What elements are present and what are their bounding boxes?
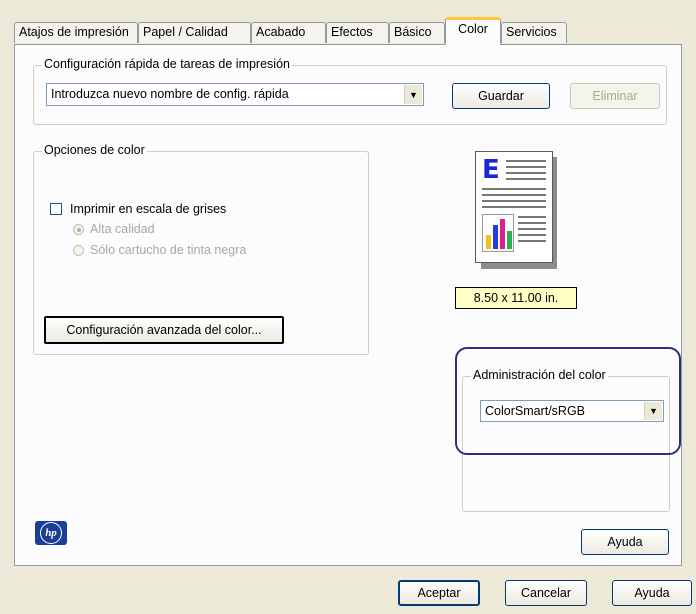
chevron-down-icon[interactable]: ▼ [404,85,422,104]
page-size-label: 8.50 x 11.00 in. [455,287,577,309]
text-line [482,194,546,196]
high-quality-label: Alta calidad [90,222,155,236]
tab-basic[interactable]: Básico [389,22,445,43]
hp-logo: hp [35,521,67,545]
tab-color[interactable]: Color [445,17,501,45]
tab-print-shortcuts[interactable]: Atajos de impresión [14,22,138,43]
radio-dot [77,228,81,232]
save-button[interactable]: Guardar [452,83,550,109]
text-line [518,222,546,224]
text-line [506,166,546,168]
ok-button[interactable]: Aceptar [398,580,480,606]
help-button-inner[interactable]: Ayuda [581,529,669,555]
tab-paper-quality[interactable]: Papel / Calidad [138,22,251,43]
chart-bar [500,219,505,249]
text-line [518,234,546,236]
delete-button[interactable]: Eliminar [570,83,660,109]
tab-label: Color [458,22,488,36]
chart-bar [493,225,498,249]
quick-setup-combo[interactable]: Introduzca nuevo nombre de config. rápid… [46,83,424,106]
quick-setup-value: Introduzca nuevo nombre de config. rápid… [51,87,289,101]
tab-finishing[interactable]: Acabado [251,22,326,43]
tab-label: Acabado [256,25,306,39]
text-line [506,160,546,162]
tab-label: Papel / Calidad [143,25,228,39]
tab-services[interactable]: Servicios [501,22,567,43]
text-line [518,216,546,218]
tab-label: Básico [394,25,432,39]
tab-label: Atajos de impresión [19,25,129,39]
chart-bar [507,231,512,249]
text-line [506,172,546,174]
text-line [482,188,546,190]
grayscale-checkbox[interactable] [50,203,62,215]
text-line [482,200,546,202]
letter-e-icon: E [482,155,500,185]
text-line [506,178,546,180]
tab-panel-color: Configuración rápida de tareas de impres… [14,44,682,566]
text-line [518,228,546,230]
tab-effects[interactable]: Efectos [326,22,389,43]
quick-setup-legend: Configuración rápida de tareas de impres… [42,57,292,71]
bar-chart-icon [482,214,514,252]
black-only-label: Sólo cartucho de tinta negra [90,243,247,257]
cancel-button[interactable]: Cancelar [505,580,587,606]
page-icon: E [475,151,553,263]
tab-label: Efectos [331,25,373,39]
high-quality-radio[interactable] [73,224,84,235]
quick-setup-group: Configuración rápida de tareas de impres… [33,57,667,125]
tab-label: Servicios [506,25,557,39]
text-line [482,206,546,208]
printer-properties-dialog: Atajos de impresión Papel / Calidad Acab… [0,0,696,614]
hp-logo-icon: hp [40,522,62,544]
chart-bar [486,235,491,249]
color-options-group: Opciones de color Imprimir en escala de … [33,143,369,355]
help-button[interactable]: Ayuda [612,580,692,606]
color-options-legend: Opciones de color [42,143,147,157]
highlight-outline [455,347,681,455]
text-line [518,240,546,242]
advanced-color-button[interactable]: Configuración avanzada del color... [44,316,284,344]
black-only-radio[interactable] [73,245,84,256]
grayscale-label: Imprimir en escala de grises [70,202,227,216]
page-preview: E [475,151,559,271]
